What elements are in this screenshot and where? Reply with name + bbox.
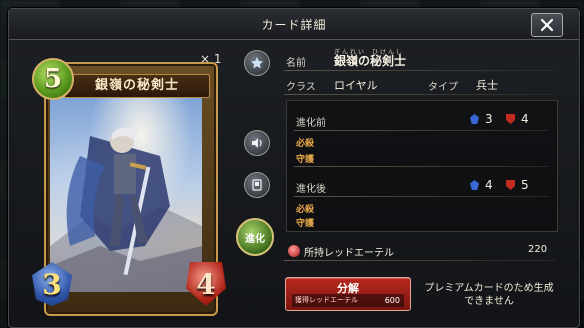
attack-icon — [470, 180, 479, 190]
post-keyword-bane: 必殺 — [296, 205, 315, 215]
dismantle-reward-value: 600 — [384, 296, 400, 305]
card-view-button[interactable] — [244, 172, 270, 198]
star-icon — [251, 57, 263, 69]
knight-illustration — [50, 127, 202, 292]
divider — [294, 166, 548, 167]
create-disabled-note: プレミアムカードのため生成できません — [424, 283, 554, 307]
divider — [284, 70, 556, 71]
pre-keyword-ward: 守護 — [296, 155, 315, 165]
ether-value: 220 — [528, 244, 548, 255]
red-ether-icon — [288, 245, 300, 257]
close-button[interactable] — [531, 13, 563, 37]
attack-icon — [470, 114, 479, 124]
divider — [284, 94, 556, 95]
favorite-button[interactable] — [244, 50, 270, 76]
ether-label: 所持レッドエーテル — [304, 248, 394, 259]
speaker-icon — [252, 138, 262, 148]
pre-evolve-defense-value: 4 — [521, 112, 529, 126]
divider — [294, 196, 548, 197]
name-label: 名前 — [286, 58, 306, 69]
post-evolve-attack: 4 — [470, 178, 493, 192]
close-icon — [540, 18, 554, 32]
card-icon — [252, 179, 262, 191]
card-illustration — [50, 96, 202, 292]
type-label: タイプ — [428, 82, 458, 93]
cost-gem: 5 — [32, 58, 74, 100]
card-count: × 1 — [200, 52, 222, 66]
type-value: 兵士 — [476, 79, 498, 92]
evolve-toggle-button[interactable]: 進化 — [236, 218, 274, 256]
dialog-titlebar: カード詳細 — [9, 9, 579, 40]
pre-evolve-label: 進化前 — [296, 118, 326, 129]
post-evolve-attack-value: 4 — [485, 178, 493, 192]
dismantle-reward-label: 獲得レッドエーテル — [295, 296, 358, 304]
dismantle-button[interactable]: 分解 獲得レッドエーテル 600 — [285, 277, 411, 311]
card-name-banner: 銀嶺の秘剣士 — [64, 74, 210, 98]
divider — [294, 130, 548, 131]
pre-evolve-attack: 3 — [470, 112, 493, 126]
post-evolve-defense: 5 — [506, 178, 529, 192]
voice-button[interactable] — [244, 130, 270, 156]
defense-icon — [506, 114, 515, 124]
class-label: クラス — [286, 82, 316, 93]
defense-icon — [506, 180, 515, 190]
dismantle-reward-row: 獲得レッドエーテル 600 — [292, 294, 404, 307]
dialog-title: カード詳細 — [261, 18, 327, 32]
pre-evolve-attack-value: 3 — [485, 112, 493, 126]
post-evolve-label: 進化後 — [296, 184, 326, 195]
divider — [284, 260, 556, 261]
pre-keyword-bane: 必殺 — [296, 139, 315, 149]
class-value: ロイヤル — [334, 79, 378, 92]
name-value: 銀嶺の秘剣士 — [334, 54, 407, 68]
post-evolve-defense-value: 5 — [521, 178, 529, 192]
pre-evolve-defense: 4 — [506, 112, 529, 126]
post-keyword-ward: 守護 — [296, 219, 315, 229]
